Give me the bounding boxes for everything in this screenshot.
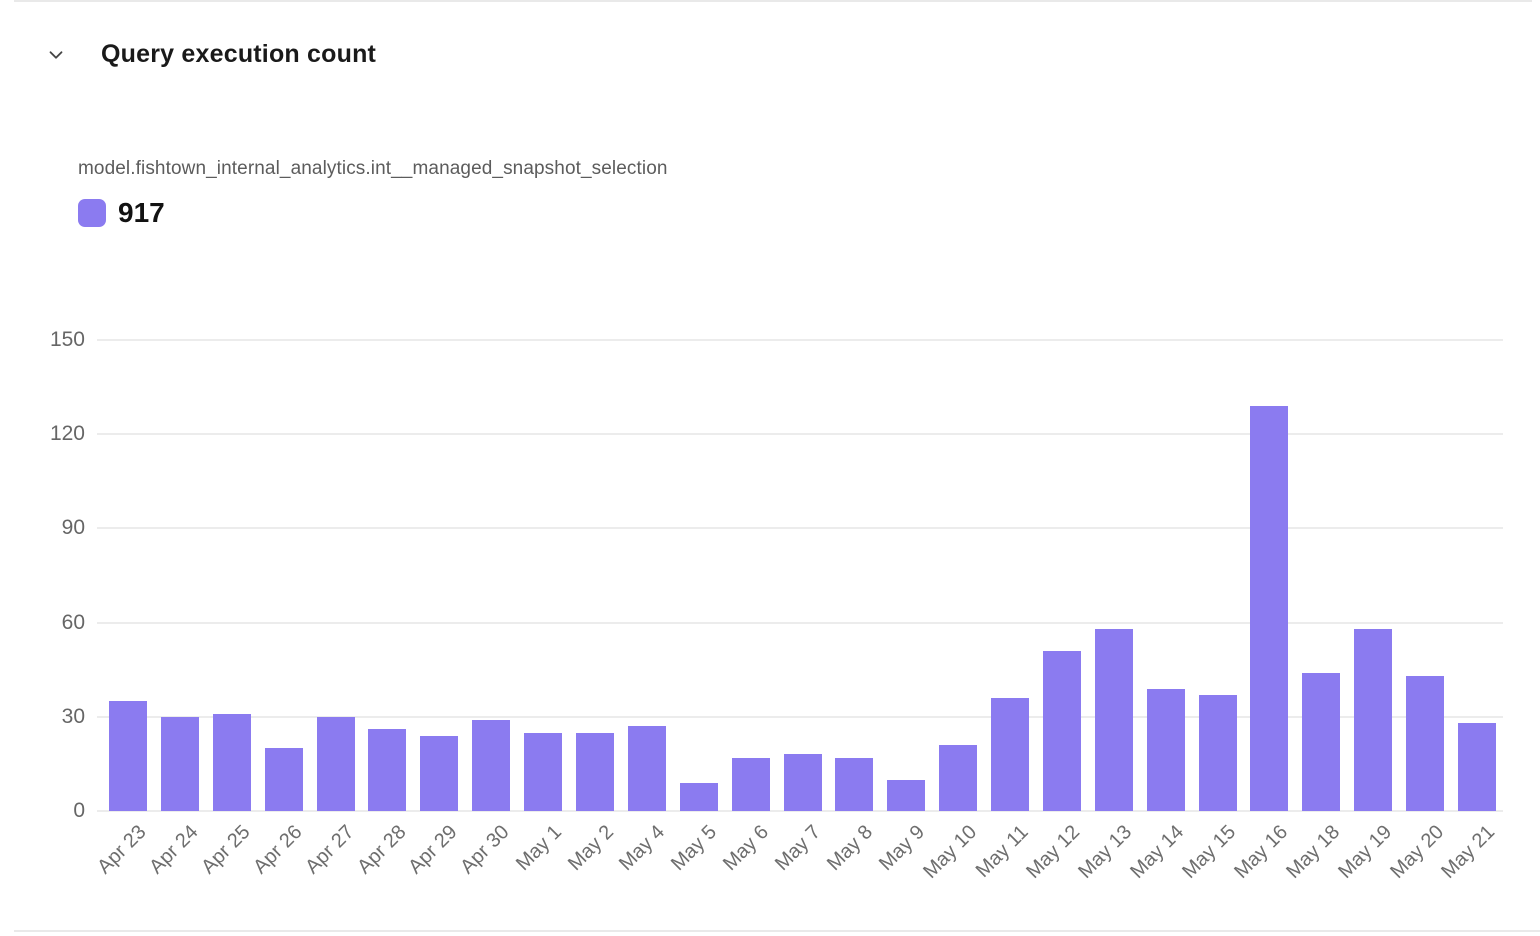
x-axis-tick-label: Apr 29 (405, 821, 463, 879)
bar[interactable] (420, 736, 458, 811)
bar[interactable] (732, 758, 770, 811)
x-axis-tick-label: May 13 (1074, 821, 1137, 884)
x-axis-tick-label: May 12 (1023, 821, 1086, 884)
bar-chart-plot-area: 0306090120150Apr 23Apr 24Apr 25Apr 26Apr… (97, 340, 1503, 811)
x-axis-tick-label: May 14 (1126, 821, 1189, 884)
x-axis-tick-label: May 15 (1178, 821, 1241, 884)
x-axis-tick-label: May 4 (615, 821, 670, 876)
bar[interactable] (368, 729, 406, 811)
y-axis-tick-label: 30 (62, 705, 85, 729)
legend-color-swatch (78, 199, 106, 227)
grid-line (97, 716, 1503, 718)
card-top-divider (14, 0, 1532, 2)
bar[interactable] (1354, 629, 1392, 811)
bar[interactable] (835, 758, 873, 811)
bar[interactable] (1199, 695, 1237, 811)
y-axis-tick-label: 60 (62, 611, 85, 635)
x-axis-tick-label: May 20 (1386, 821, 1449, 884)
bar[interactable] (265, 748, 303, 811)
bar[interactable] (1095, 629, 1133, 811)
bar[interactable] (1458, 723, 1496, 811)
page-title: Query execution count (101, 40, 376, 69)
y-axis-tick-label: 90 (62, 516, 85, 540)
grid-line (97, 339, 1503, 341)
grid-line (97, 622, 1503, 624)
query-execution-count-card: Query execution count model.fishtown_int… (0, 0, 1540, 936)
bar[interactable] (1302, 673, 1340, 811)
bar[interactable] (1406, 676, 1444, 811)
bar[interactable] (524, 733, 562, 812)
chart-legend: model.fishtown_internal_analytics.int__m… (78, 158, 668, 229)
grid-line (97, 527, 1503, 529)
y-axis-tick-label: 150 (50, 328, 85, 352)
bar[interactable] (161, 717, 199, 811)
x-axis-tick-label: Apr 23 (93, 821, 151, 879)
x-axis-tick-label: Apr 25 (197, 821, 255, 879)
legend-series-row[interactable]: 917 (78, 197, 668, 229)
y-axis-tick-label: 0 (73, 799, 85, 823)
x-axis-tick-label: May 16 (1230, 821, 1293, 884)
x-axis-tick-label: May 18 (1282, 821, 1345, 884)
x-axis-tick-label: May 5 (667, 821, 722, 876)
bar[interactable] (887, 780, 925, 811)
bar[interactable] (991, 698, 1029, 811)
y-axis-tick-label: 120 (50, 422, 85, 446)
x-axis-tick-label: Apr 30 (457, 821, 515, 879)
grid-line (97, 433, 1503, 435)
x-axis-tick-label: Apr 26 (249, 821, 307, 879)
bar[interactable] (109, 701, 147, 811)
x-axis-tick-label: May 1 (512, 821, 567, 876)
x-axis-tick-label: May 6 (719, 821, 774, 876)
bar[interactable] (628, 726, 666, 811)
legend-series-name: model.fishtown_internal_analytics.int__m… (78, 158, 668, 180)
bar[interactable] (1043, 651, 1081, 811)
x-axis-tick-label: Apr 28 (353, 821, 411, 879)
x-axis-tick-label: May 21 (1438, 821, 1501, 884)
bar[interactable] (939, 745, 977, 811)
x-axis-tick-label: May 7 (771, 821, 826, 876)
collapse-section-button[interactable] (45, 44, 67, 66)
bar[interactable] (213, 714, 251, 811)
bar[interactable] (784, 754, 822, 811)
x-axis-tick-label: May 10 (919, 821, 982, 884)
x-axis-tick-label: May 11 (972, 821, 1034, 883)
bar[interactable] (680, 783, 718, 811)
legend-total-value: 917 (118, 197, 165, 229)
bar[interactable] (576, 733, 614, 812)
x-axis-tick-label: Apr 27 (301, 821, 359, 879)
bar[interactable] (317, 717, 355, 811)
card-bottom-divider (14, 930, 1540, 932)
x-axis-tick-label: May 19 (1334, 821, 1397, 884)
x-axis-tick-label: May 2 (563, 821, 618, 876)
chevron-down-icon (45, 44, 67, 66)
bar[interactable] (472, 720, 510, 811)
bar[interactable] (1147, 689, 1185, 811)
card-header: Query execution count (45, 40, 376, 69)
bar[interactable] (1250, 406, 1288, 811)
x-axis-tick-label: Apr 24 (145, 821, 203, 879)
x-axis-tick-label: May 8 (823, 821, 878, 876)
